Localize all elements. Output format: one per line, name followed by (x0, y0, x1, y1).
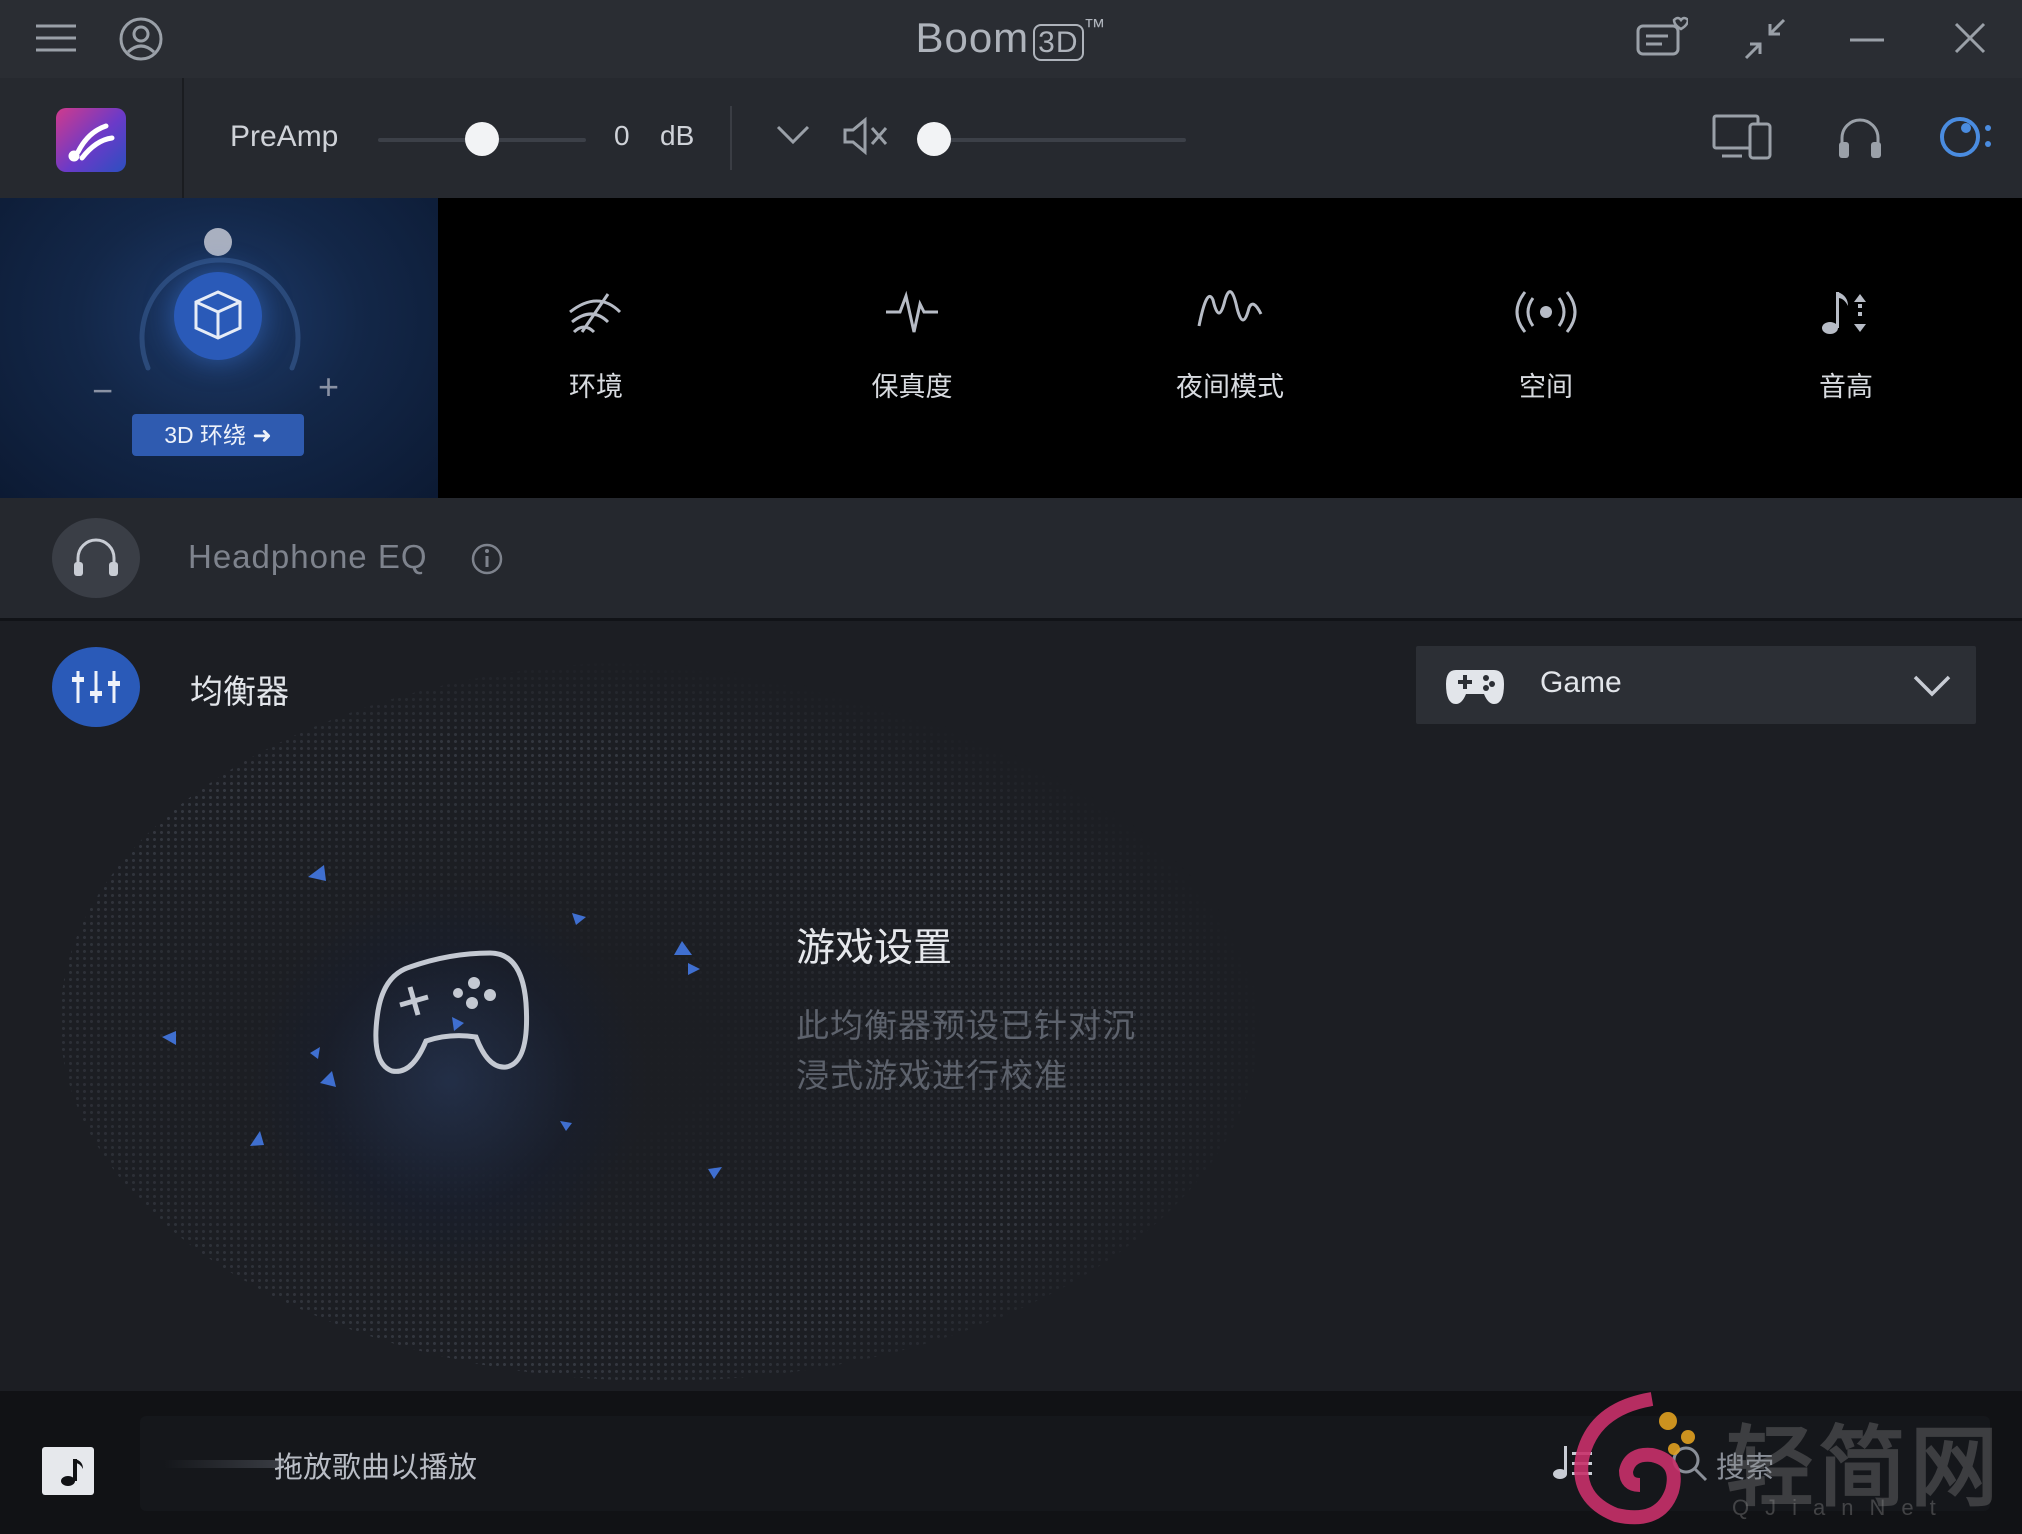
3d-surround-panel: − + 3D 环绕 ➜ (0, 198, 438, 498)
headphone-eq-icon[interactable] (52, 518, 140, 598)
preamp-slider-knob[interactable] (465, 122, 499, 156)
info-icon[interactable] (470, 542, 504, 581)
sound-profile-icon[interactable] (1938, 114, 1994, 165)
mute-icon[interactable] (842, 116, 890, 161)
effect-label: 音高 (1819, 372, 1873, 402)
effect-pitch[interactable]: 音高 (1746, 286, 1946, 404)
headphones-icon[interactable] (1836, 114, 1884, 165)
preamp-value: 0 (614, 120, 630, 151)
volume-slider-track[interactable] (920, 138, 1186, 142)
volume-slider-knob[interactable] (917, 122, 951, 156)
mini-mode-icon[interactable] (1744, 18, 1786, 60)
ambience-icon (569, 293, 622, 334)
effect-spatial[interactable]: 空间 (1446, 286, 1646, 404)
equalizer-section: 均衡器 Game 游戏设置 此均衡器预设已针对沉 浸式游戏进行校准 (0, 621, 2022, 1391)
pitch-icon (1822, 292, 1866, 334)
watermark-logo: 轻简网 QJianNet (1556, 1391, 2022, 1534)
toolbar: PreAmp 0 dB (0, 78, 2022, 198)
surround-button[interactable]: 3D 环绕 ➜ (132, 414, 304, 456)
chevron-down-icon (1912, 674, 1952, 703)
watermark-subtext: QJianNet (1732, 1495, 1952, 1520)
effect-label: 夜间模式 (1176, 372, 1284, 402)
effect-night-mode[interactable]: 夜间模式 (1130, 286, 1330, 404)
album-art-icon[interactable] (42, 1447, 94, 1495)
fidelity-icon (886, 290, 938, 333)
headphone-eq-row[interactable]: Headphone EQ (0, 498, 2022, 621)
preset-info-title: 游戏设置 (796, 927, 953, 970)
effects-panel: − + 3D 环绕 ➜ 环境 保真度 夜间模式 空间 音高 (0, 198, 2022, 498)
feedback-icon[interactable] (1636, 16, 1688, 60)
surround-increase-icon[interactable]: + (318, 366, 339, 408)
title-bar: Boom 3D ™ (0, 0, 2022, 78)
divider (730, 106, 732, 170)
effect-ambience[interactable]: 环境 (496, 286, 696, 404)
surround-decrease-icon[interactable]: − (92, 370, 113, 412)
effect-label: 保真度 (871, 372, 953, 402)
preset-info-line2: 浸式游戏进行校准 (796, 1057, 1068, 1094)
player-bar: 拖放歌曲以播放 搜索 轻简网 QJianNet (0, 1391, 2022, 1534)
preset-dropdown[interactable]: Game (1416, 646, 1976, 724)
chevron-down-icon[interactable] (776, 124, 810, 151)
game-controller-icon (370, 941, 530, 1086)
app-logo[interactable] (56, 108, 126, 172)
effect-fidelity[interactable]: 保真度 (812, 286, 1012, 404)
preamp-unit: dB (660, 120, 695, 151)
device-icon[interactable] (1712, 112, 1774, 165)
headphone-eq-label: Headphone EQ (188, 538, 428, 575)
effect-label: 空间 (1519, 372, 1573, 402)
preamp-label: PreAmp (230, 120, 339, 153)
spatial-icon (1515, 291, 1577, 333)
preset-info-line1: 此均衡器预设已针对沉 (796, 1007, 1136, 1044)
gamepad-icon (1446, 662, 1504, 711)
progress-fade (164, 1460, 284, 1468)
drop-hint-text: 拖放歌曲以播放 (274, 1452, 478, 1484)
title-badge: 3D (1033, 24, 1084, 61)
app-title: Boom 3D ™ (915, 14, 1107, 61)
night-mode-icon (1197, 290, 1263, 327)
effect-label: 环境 (569, 372, 623, 402)
surround-cube-icon (174, 272, 262, 360)
app-logo-area (0, 78, 184, 198)
preset-value: Game (1540, 666, 1622, 699)
equalizer-label: 均衡器 (190, 673, 289, 710)
close-icon[interactable] (1954, 22, 1986, 54)
equalizer-icon[interactable] (52, 647, 140, 727)
minimize-icon[interactable] (1850, 38, 1884, 42)
